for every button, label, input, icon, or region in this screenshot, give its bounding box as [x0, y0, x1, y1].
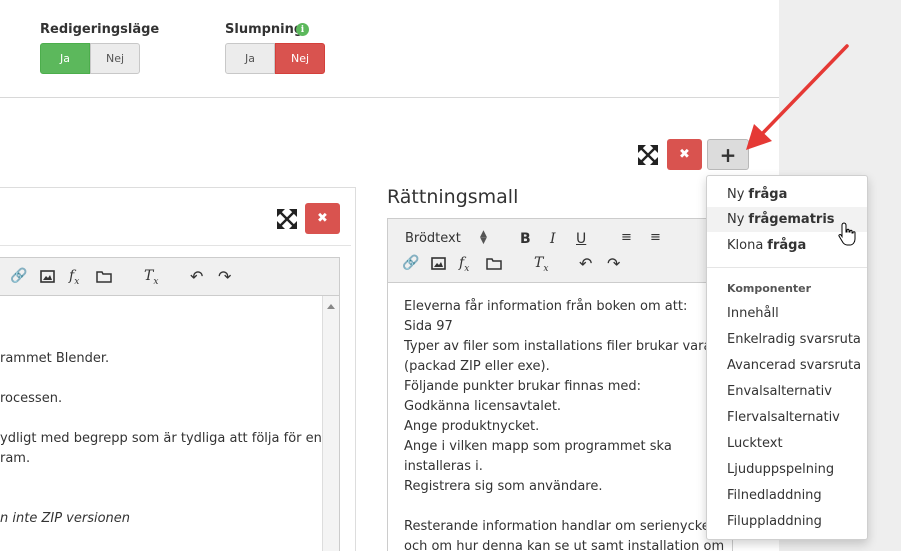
menu-item-prefix: Ny [727, 212, 745, 227]
editor-toolbar: 🔗 fx Tx ↶ ↷ [0, 258, 339, 296]
editing-mode-no-button[interactable]: Nej [90, 43, 140, 74]
image-icon[interactable] [40, 270, 55, 283]
scroll-up-icon[interactable] [327, 304, 335, 309]
scrollbar[interactable] [322, 296, 339, 551]
image-icon[interactable] [431, 257, 446, 270]
panel-divider [0, 245, 351, 246]
link-icon[interactable]: 🔗 [402, 255, 419, 271]
menu-item-content[interactable]: Innehåll [707, 301, 867, 326]
content-line: Resterande information handlar om serien… [404, 519, 722, 534]
expand-icon[interactable] [276, 208, 298, 230]
content-line: Ange i vilken mapp som programmet ska [404, 439, 672, 454]
menu-item-prefix: Ny [727, 187, 745, 202]
underline-icon[interactable]: U [576, 231, 586, 247]
redo-icon[interactable]: ↷ [607, 254, 620, 273]
menu-item-multiple-choice[interactable]: Flervalsalternativ [707, 405, 867, 430]
annotation-arrow-icon [746, 44, 849, 150]
delete-panel-button[interactable]: ✖ [305, 203, 340, 234]
bullet-list-icon[interactable]: ≡ [650, 230, 661, 245]
content-line: Eleverna får information från boken om a… [404, 299, 688, 314]
format-select-arrows-icon[interactable]: ▲ ▼ [480, 230, 487, 246]
editing-mode-yes-button[interactable]: Ja [40, 43, 90, 74]
menu-item-file-download[interactable]: Filnedladdning [707, 483, 867, 508]
hand-cursor-icon [838, 222, 856, 246]
menu-item-prefix: Klona [727, 238, 764, 253]
clear-format-icon[interactable]: Tx [144, 268, 158, 287]
menu-item-bold: frågematris [748, 212, 835, 227]
editor-line: rocessen. [0, 391, 63, 406]
undo-icon[interactable]: ↶ [190, 267, 203, 286]
editing-mode-label: Redigeringsläge [40, 22, 160, 37]
question-editor[interactable]: 🔗 fx Tx ↶ ↷ rammet Blender. rocessen. yd… [0, 257, 340, 551]
redo-icon[interactable]: ↷ [218, 267, 231, 286]
randomize-no-button[interactable]: Nej [275, 43, 325, 74]
menu-item-single-line-answer[interactable]: Enkelradig svarsruta [707, 327, 867, 352]
components-header: Komponenter [727, 282, 812, 295]
content-line: Följande punkter brukar finnas med: [404, 379, 642, 394]
editor-toolbar: Brödtext ▲ ▼ B I U ≡ ≡ 🔗 fx Tx ↶ ↷ [388, 219, 732, 283]
content-line: installeras i. [404, 459, 483, 474]
content-line: Godkänna licensavtalet. [404, 399, 562, 414]
editor-line: n inte ZIP versionen [0, 511, 131, 526]
bold-icon[interactable]: B [520, 231, 531, 247]
menu-item-bold: fråga [748, 187, 788, 202]
formula-icon[interactable]: fx [459, 255, 469, 274]
folder-icon[interactable] [96, 270, 112, 283]
content-line: Sida 97 [404, 319, 453, 334]
info-icon[interactable]: i [296, 23, 309, 36]
menu-item-bold: fråga [767, 238, 807, 253]
grading-template-title: Rättningsmall [387, 186, 519, 208]
menu-item-new-question[interactable]: Ny fråga [707, 182, 867, 207]
menu-item-audio-playback[interactable]: Ljuduppspelning [707, 457, 867, 482]
editor-line: ydligt med begrepp som är tydliga att fö… [0, 431, 322, 446]
menu-item-cloze-text[interactable]: Lucktext [707, 431, 867, 456]
expand-icon[interactable] [637, 144, 659, 166]
format-select[interactable]: Brödtext [405, 231, 461, 246]
editor-line: ram. [0, 451, 31, 466]
italic-icon[interactable]: I [550, 231, 556, 247]
menu-item-single-choice[interactable]: Envalsalternativ [707, 379, 867, 404]
content-line: (packad ZIP eller exe). [404, 359, 550, 374]
menu-item-file-upload[interactable]: Filuppladdning [707, 509, 867, 534]
content-line: Typer av filer som installations filer b… [404, 339, 716, 354]
link-icon[interactable]: 🔗 [10, 268, 27, 284]
menu-item-advanced-answer[interactable]: Avancerad svarsruta [707, 353, 867, 378]
menu-separator [707, 267, 867, 268]
randomize-toggle: Ja Nej [225, 43, 325, 74]
editing-mode-toggle: Ja Nej [40, 43, 140, 74]
content-line: Ange produktnycket. [404, 419, 540, 434]
editor-line: rammet Blender. [0, 351, 110, 366]
randomize-yes-button[interactable]: Ja [225, 43, 275, 74]
folder-icon[interactable] [486, 257, 502, 270]
undo-icon[interactable]: ↶ [579, 254, 592, 273]
content-line: och om hur denna kan se ut samt installa… [404, 539, 725, 551]
formula-icon[interactable]: fx [69, 268, 79, 287]
clear-format-icon[interactable]: Tx [534, 255, 548, 274]
delete-question-button[interactable]: ✖ [667, 139, 702, 170]
randomize-label: Slumpning [225, 22, 304, 37]
settings-bar: Redigeringsläge Ja Nej Slumpning i Ja Ne… [0, 0, 779, 98]
grading-template-editor[interactable]: Brödtext ▲ ▼ B I U ≡ ≡ 🔗 fx Tx ↶ ↷ Elever… [387, 218, 733, 551]
numbered-list-icon[interactable]: ≡ [621, 230, 632, 245]
content-line: Registrera sig som användare. [404, 479, 603, 494]
